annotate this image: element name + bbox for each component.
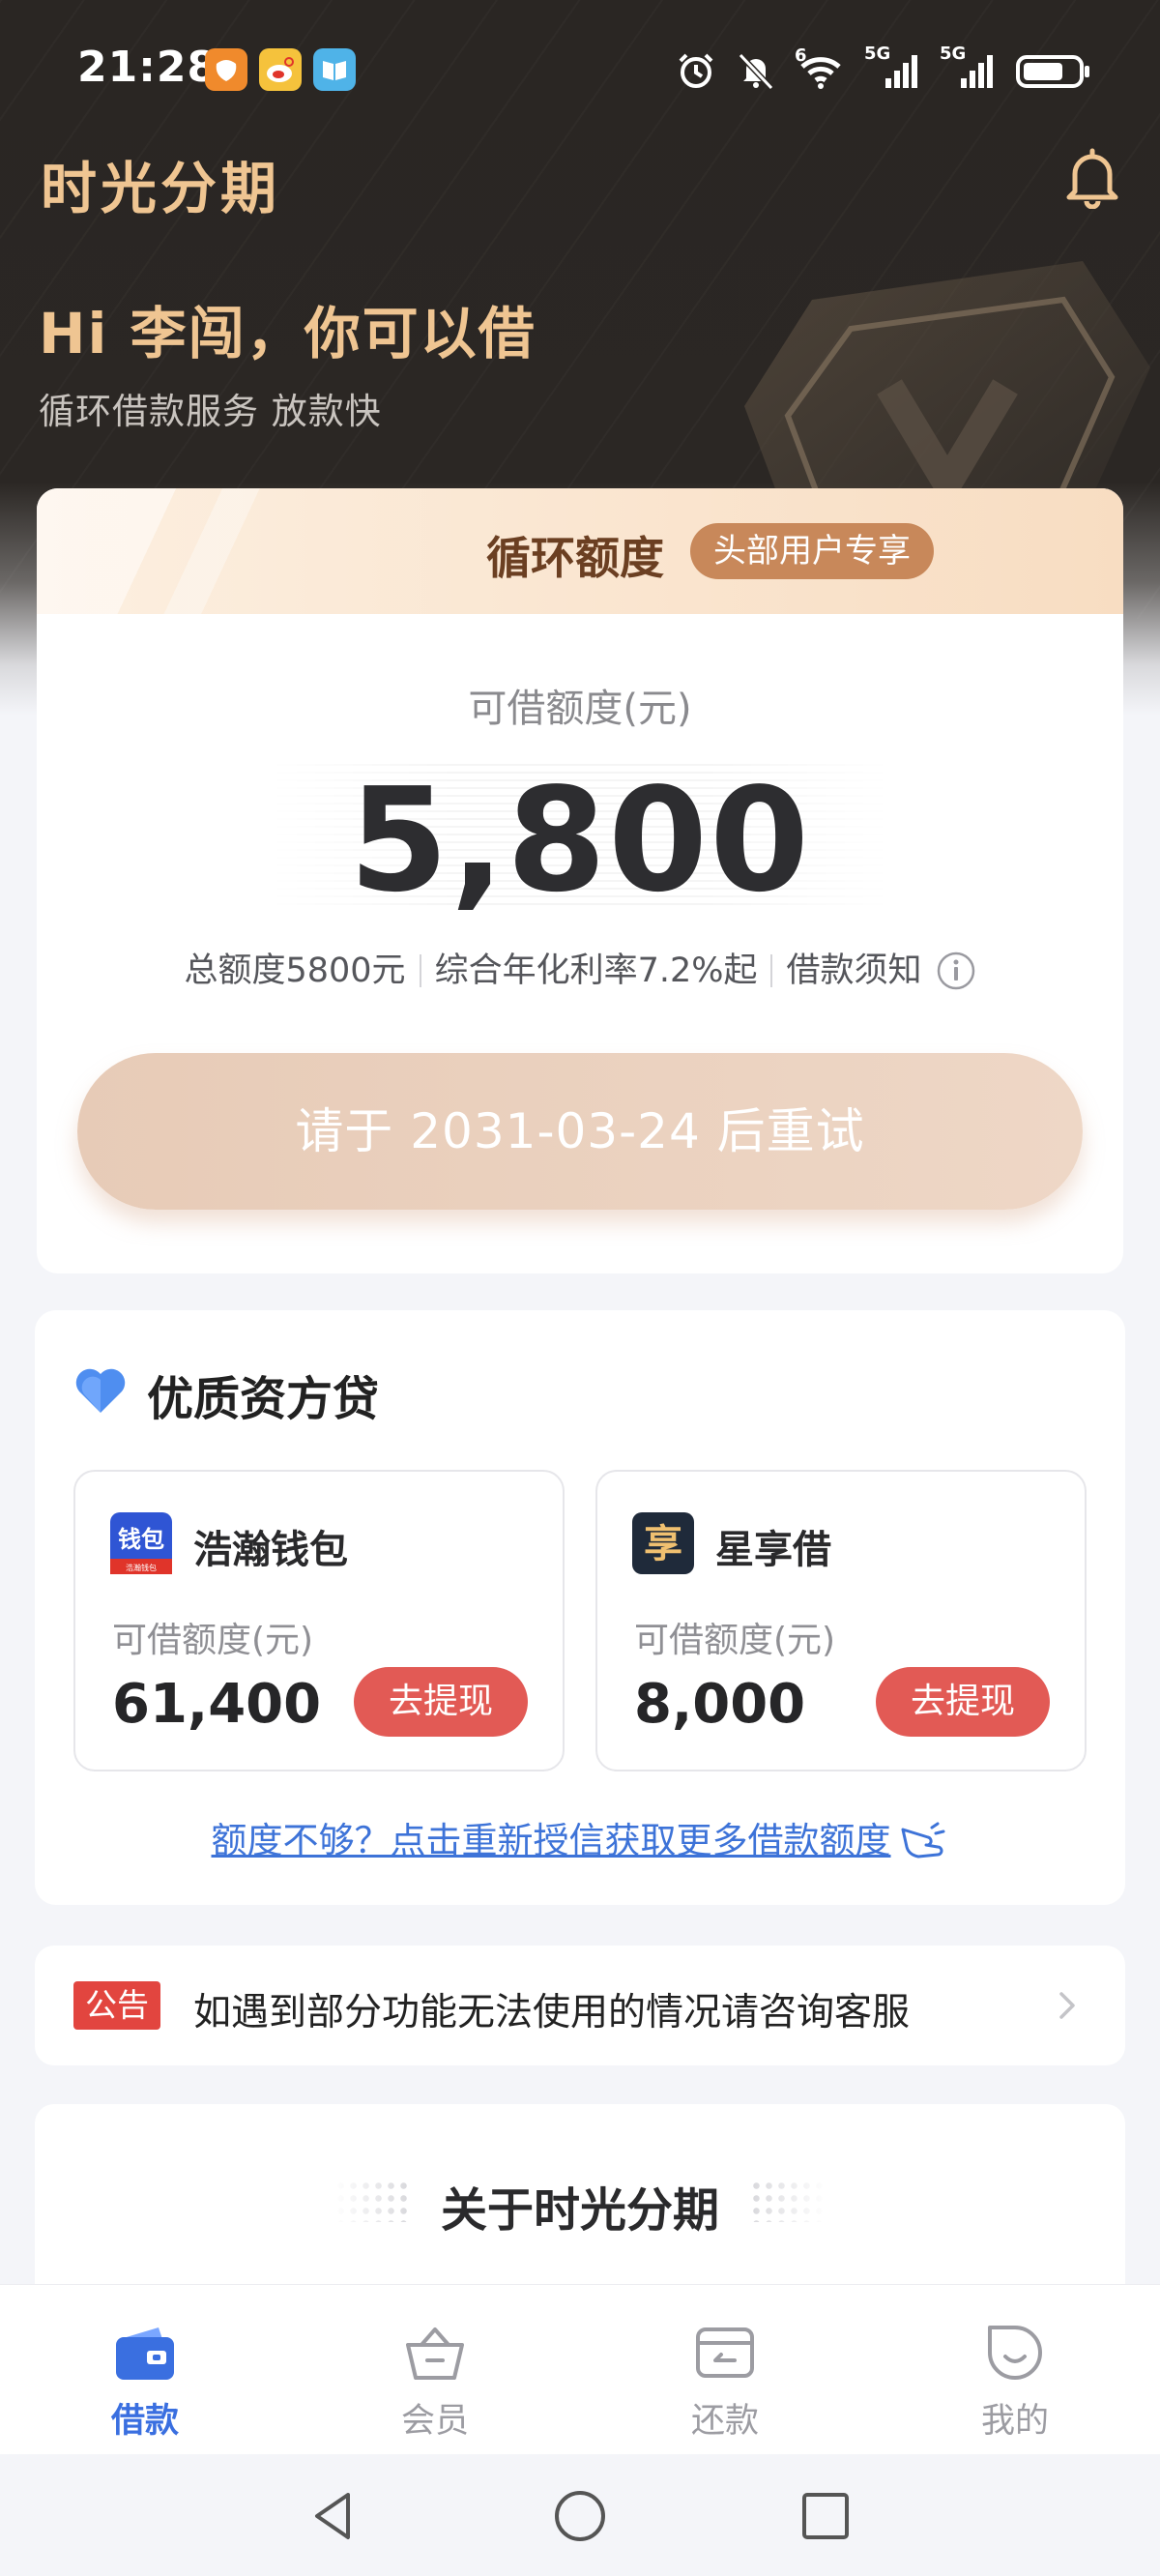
- lender-name: 星享借: [715, 1528, 831, 1572]
- greeting-subtitle: 循环借款服务 放款快: [39, 391, 382, 432]
- tab-label: 会员: [400, 2402, 469, 2441]
- tab-borrow[interactable]: 借款: [0, 2285, 290, 2455]
- tab-label: 还款: [690, 2402, 759, 2441]
- quality-loans-card: 优质资方贷 钱包 浩瀚钱包 浩瀚钱包 可借额度(元) 61,400 去提现 享 …: [35, 1310, 1125, 1905]
- lender-card-xingxiang[interactable]: 享 星享借 可借额度(元) 8,000 去提现: [595, 1470, 1087, 1771]
- available-amount: 5,800: [348, 757, 812, 923]
- available-amount-label: 可借额度(元): [468, 687, 692, 731]
- interest-rate: 综合年化利率7.2%起: [434, 951, 758, 990]
- chevron-right-icon: [1059, 1992, 1075, 2019]
- logo-text: 享: [644, 1522, 682, 1566]
- lender-name: 浩瀚钱包: [193, 1528, 348, 1572]
- quality-loans-title: 优质资方贷: [147, 1372, 380, 1426]
- announcement-tag: 公告: [73, 1981, 160, 2030]
- taobao-icon: [205, 48, 247, 91]
- bottom-tab-bar: 借款 会员 还款 我的: [0, 2284, 1160, 2454]
- announcement-text: 如遇到部分功能无法使用的情况请咨询客服: [193, 1991, 911, 2034]
- signal-5g-icon: 5G: [864, 44, 922, 92]
- lender-amount: 8,000: [634, 1673, 806, 1736]
- tab-label: 我的: [980, 2402, 1049, 2441]
- credit-card-title: 循环额度: [486, 532, 664, 584]
- tab-label: 借款: [110, 2402, 179, 2441]
- battery-icon: [1016, 55, 1089, 88]
- pointing-hand-icon: [901, 1822, 944, 1859]
- divider: [770, 954, 773, 987]
- repay-card-icon: [696, 2327, 754, 2378]
- app-title: 时光分期: [41, 156, 281, 221]
- back-icon[interactable]: [305, 2487, 363, 2545]
- weibo-icon: [259, 48, 302, 91]
- lender-amount: 61,400: [112, 1673, 322, 1736]
- more-credit-link-text[interactable]: 额度不够？点击重新授信获取更多借款额度: [212, 1820, 891, 1861]
- system-navigation-bar: [0, 2454, 1160, 2576]
- withdraw-button[interactable]: 去提现: [354, 1667, 528, 1737]
- tab-repay[interactable]: 还款: [580, 2285, 870, 2455]
- recent-apps-icon[interactable]: [797, 2487, 855, 2545]
- loan-notice-link[interactable]: 借款须知: [786, 951, 921, 990]
- wallet-icon: [116, 2327, 174, 2380]
- credit-card-header: 循环额度 头部用户专享: [37, 488, 1123, 614]
- xingxiang-logo: 享: [632, 1512, 694, 1574]
- profile-face-icon: [988, 2326, 1042, 2380]
- retry-borrow-button[interactable]: 请于 2031-03-24 后重试: [77, 1053, 1083, 1210]
- bell-icon[interactable]: [1061, 145, 1123, 209]
- system-status-icons: 6 5G 5G: [675, 44, 1092, 93]
- withdraw-button[interactable]: 去提现: [876, 1667, 1050, 1737]
- reader-icon: [313, 48, 356, 91]
- total-limit: 总额度5800元: [184, 951, 406, 990]
- tab-member[interactable]: 会员: [290, 2285, 580, 2455]
- network-label: 5G: [864, 44, 891, 64]
- logo-subtext: 浩瀚钱包: [126, 1563, 157, 1572]
- haohan-wallet-logo: 钱包 浩瀚钱包: [110, 1512, 172, 1574]
- greeting: Hi 李闯，你可以借: [39, 301, 536, 366]
- wifi-generation-label: 6: [795, 45, 807, 66]
- app-screen: 21:28 6 5G 5G 时光分期 Hi 李闯，你可以借 循环借款服务 放款快…: [0, 0, 1160, 2576]
- network-label: 5G: [940, 44, 967, 64]
- heart-icon: [75, 1368, 126, 1413]
- about-title: 关于时光分期: [440, 2183, 719, 2238]
- wifi-icon: 6: [795, 45, 847, 92]
- premium-user-badge: 头部用户专享: [690, 523, 934, 579]
- lender-card-haohan[interactable]: 钱包 浩瀚钱包 浩瀚钱包 可借额度(元) 61,400 去提现: [73, 1470, 565, 1771]
- divider: [419, 954, 421, 987]
- tab-mine[interactable]: 我的: [870, 2285, 1160, 2455]
- announcement-bar[interactable]: 公告 如遇到部分功能无法使用的情况请咨询客服: [35, 1946, 1125, 2065]
- status-time: 21:28: [77, 43, 218, 92]
- home-icon[interactable]: [551, 2487, 609, 2545]
- lender-amount-label: 可借额度(元): [634, 1621, 836, 1660]
- credit-info-row: 总额度5800元 综合年化利率7.2%起 借款须知: [37, 943, 1123, 992]
- mute-icon: [738, 52, 774, 91]
- revolving-credit-card: 循环额度 头部用户专享 可借额度(元) 5,800 总额度5800元 综合年化利率…: [37, 488, 1123, 1273]
- lender-amount-label: 可借额度(元): [112, 1621, 314, 1660]
- more-credit-link[interactable]: 额度不够？点击重新授信获取更多借款额度: [35, 1811, 1125, 1863]
- status-bar: 21:28 6 5G 5G: [0, 0, 1160, 135]
- info-icon[interactable]: [936, 951, 976, 991]
- decorative-dots: [750, 2180, 826, 2222]
- logo-text: 钱包: [118, 1526, 164, 1553]
- member-basket-icon: [406, 2327, 464, 2380]
- signal-5g-icon: 5G: [940, 44, 998, 92]
- alarm-icon: [679, 53, 713, 88]
